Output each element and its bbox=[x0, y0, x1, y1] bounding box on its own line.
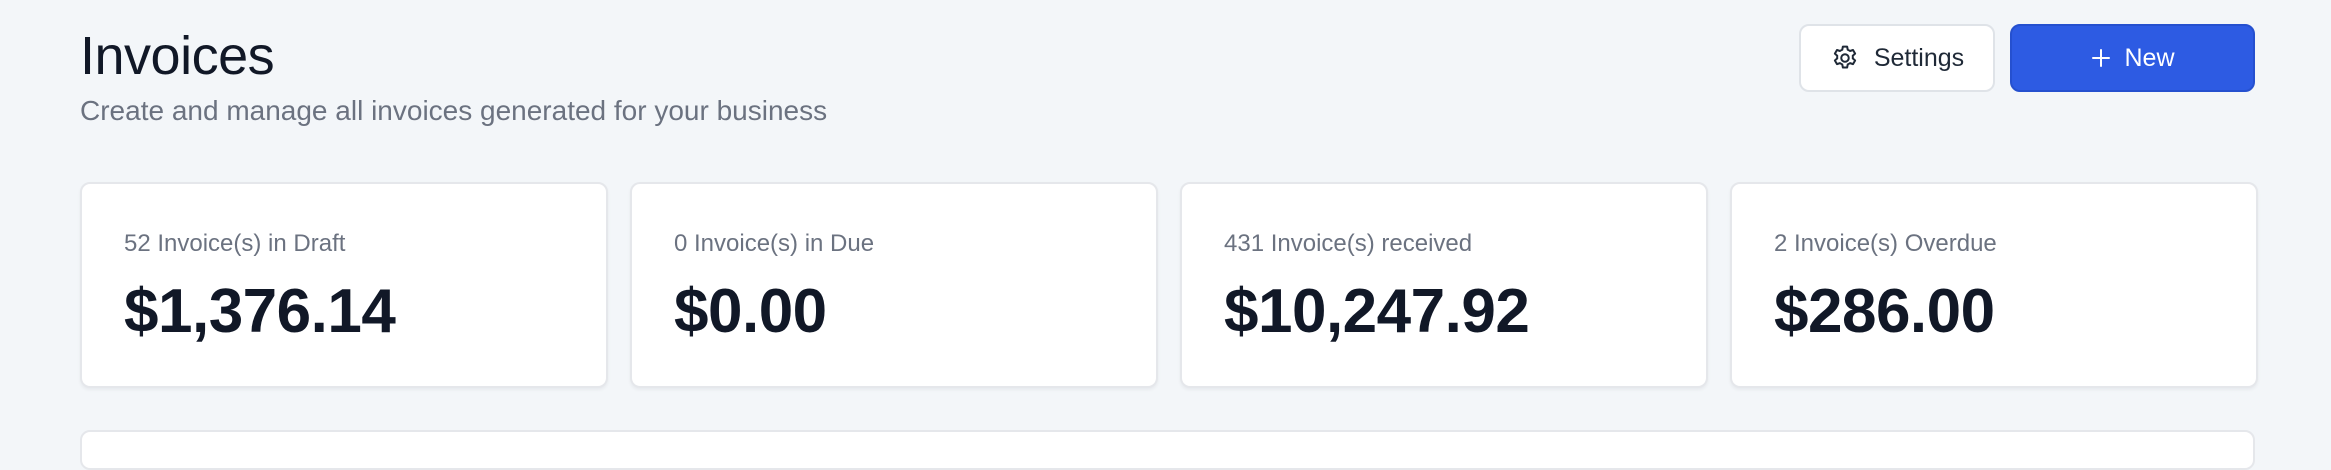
settings-button-label: Settings bbox=[1873, 43, 1965, 72]
gear-icon bbox=[1830, 43, 1860, 73]
stat-card-due: 0 Invoice(s) in Due $0.00 bbox=[630, 182, 1158, 388]
stat-value: $286.00 bbox=[1774, 277, 1995, 346]
stat-label: 0 Invoice(s) in Due bbox=[674, 230, 875, 257]
page-title: Invoices bbox=[80, 26, 275, 86]
stat-card-draft: 52 Invoice(s) in Draft $1,376.14 bbox=[80, 182, 608, 388]
page-header: Invoices Create and manage all invoices … bbox=[80, 26, 827, 128]
stat-value: $1,376.14 bbox=[124, 277, 396, 346]
header-actions: Settings New bbox=[1799, 24, 2255, 92]
plus-icon bbox=[2090, 47, 2112, 69]
stat-card-overdue: 2 Invoice(s) Overdue $286.00 bbox=[1730, 182, 2258, 388]
stat-value: $0.00 bbox=[674, 277, 827, 346]
stat-label: 431 Invoice(s) received bbox=[1224, 230, 1473, 257]
stat-label: 2 Invoice(s) Overdue bbox=[1774, 230, 1997, 257]
new-button-label: New bbox=[2124, 43, 2175, 72]
stat-label: 52 Invoice(s) in Draft bbox=[124, 230, 346, 257]
settings-button[interactable]: Settings bbox=[1799, 24, 1995, 92]
stats-cards: 52 Invoice(s) in Draft $1,376.14 0 Invoi… bbox=[80, 182, 2258, 388]
page-subtitle: Create and manage all invoices generated… bbox=[80, 95, 828, 126]
stat-value: $10,247.92 bbox=[1224, 277, 1530, 346]
new-invoice-button[interactable]: New bbox=[2010, 24, 2255, 92]
stat-card-received: 431 Invoice(s) received $10,247.92 bbox=[1180, 182, 1708, 388]
invoice-list-panel bbox=[80, 430, 2255, 470]
